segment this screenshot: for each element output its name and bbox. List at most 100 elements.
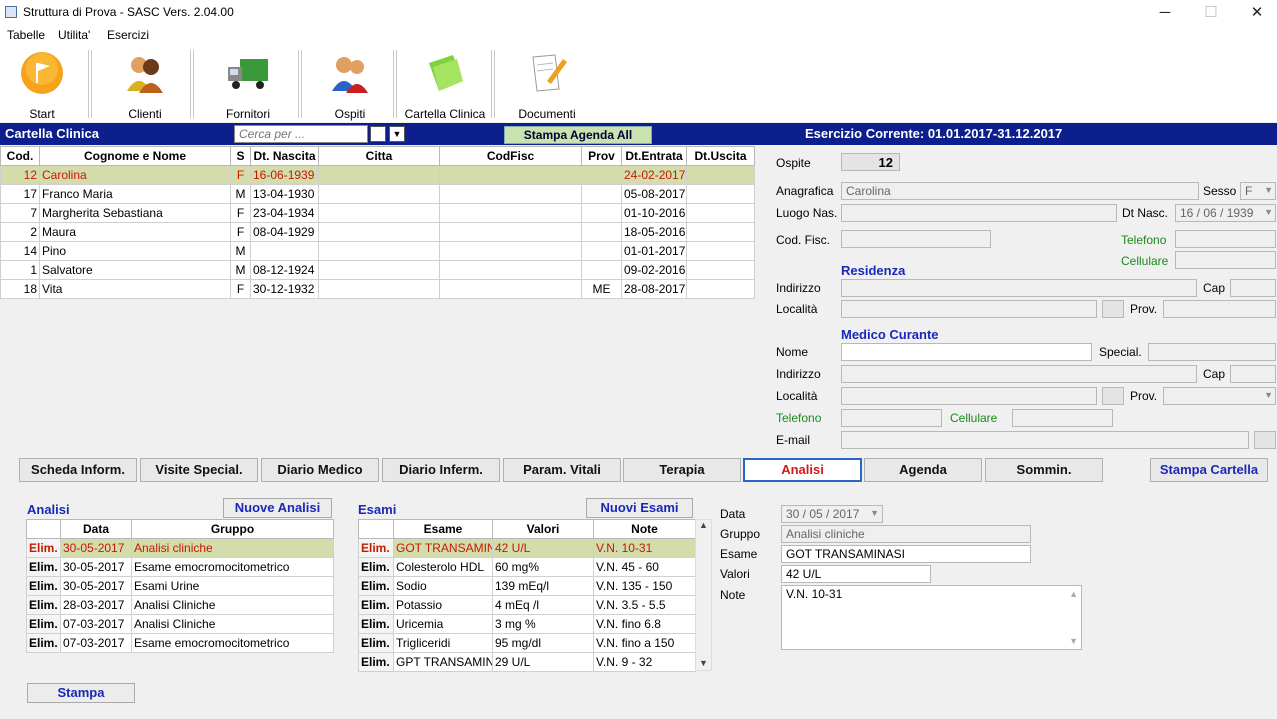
close-button[interactable]: ✕ [1234, 0, 1277, 25]
elim-button[interactable]: Elim. [358, 595, 394, 615]
tab-param-vitali[interactable]: Param. Vitali [503, 458, 621, 482]
luogo-nascita-field[interactable] [841, 204, 1117, 222]
cellulare-field[interactable] [1175, 251, 1276, 269]
menu-tabelle[interactable]: Tabelle [7, 28, 45, 42]
column-header[interactable]: Dt.Entrata [621, 146, 687, 166]
elim-button[interactable]: Elim. [358, 633, 394, 653]
table-row[interactable]: Elim. 28-03-2017 Analisi Cliniche [26, 595, 334, 615]
elim-button[interactable]: Elim. [26, 595, 61, 615]
search-option-button[interactable] [370, 126, 386, 142]
table-row[interactable]: Elim. Trigliceridi 95 mg/dl V.N. fino a 150 [358, 633, 696, 653]
tab-analisi[interactable]: Analisi [743, 458, 862, 482]
elim-button[interactable]: Elim. [358, 652, 394, 672]
medico-nome-field[interactable] [841, 343, 1092, 361]
table-row[interactable]: Elim. Potassio 4 mEq /l V.N. 3.5 - 5.5 [358, 595, 696, 615]
note-textarea[interactable]: V.N. 10-31 ▲ ▼ [781, 585, 1082, 650]
menu-esercizi[interactable]: Esercizi [107, 28, 149, 42]
table-row[interactable]: 14 Pino M 01-01-2017 [0, 241, 755, 261]
medico-cellulare-field[interactable] [1012, 409, 1113, 427]
table-row[interactable]: 1 Salvatore M 08-12-1924 09-02-2016 [0, 260, 755, 280]
column-header[interactable]: Citta [318, 146, 440, 166]
table-row[interactable]: Elim. GPT TRANSAMIN 29 U/L V.N. 9 - 32 [358, 652, 696, 672]
tab-agenda[interactable]: Agenda [864, 458, 982, 482]
elim-button[interactable]: Elim. [358, 576, 394, 596]
scroll-up-icon[interactable]: ▲ [696, 520, 711, 530]
search-input[interactable] [234, 125, 368, 143]
cap-field[interactable] [1230, 279, 1276, 297]
table-row[interactable]: 2 Maura F 08-04-1929 18-05-2016 [0, 222, 755, 242]
elim-button[interactable]: Elim. [26, 538, 61, 558]
nuovi-esami-button[interactable]: Nuovi Esami [586, 498, 693, 518]
elim-button[interactable]: Elim. [26, 633, 61, 653]
elim-button[interactable]: Elim. [358, 614, 394, 634]
column-header[interactable]: Dt.Uscita [686, 146, 755, 166]
dt-nasc-field[interactable]: 16 / 06 / 1939 ▼ [1175, 204, 1276, 222]
tab-sommin[interactable]: Sommin. [985, 458, 1103, 482]
medico-localita-lookup-button[interactable] [1102, 387, 1124, 405]
anagrafica-field[interactable]: Carolina [841, 182, 1199, 200]
gruppo-field[interactable]: Analisi cliniche [781, 525, 1031, 543]
ospite-code-field[interactable]: 12 [841, 153, 900, 171]
column-header[interactable]: Cognome e Nome [39, 146, 231, 166]
tab-terapia[interactable]: Terapia [623, 458, 741, 482]
scroll-up-icon[interactable]: ▲ [1069, 589, 1078, 599]
table-row[interactable]: Elim. 07-03-2017 Analisi Cliniche [26, 614, 334, 634]
search-dropdown-button[interactable]: ▼ [389, 126, 405, 142]
toolbar-cartella-button[interactable]: Cartella Clinica [402, 47, 488, 121]
tab-scheda-inform[interactable]: Scheda Inform. [19, 458, 137, 482]
table-row[interactable]: Elim. 30-05-2017 Esame emocromocitometrico [26, 557, 334, 577]
medico-indirizzo-field[interactable] [841, 365, 1197, 383]
toolbar-start-button[interactable]: Start [10, 47, 74, 121]
table-row[interactable]: 12 Carolina F 16-06-1939 24-02-2017 [0, 165, 755, 185]
elim-button[interactable]: Elim. [26, 614, 61, 634]
localita-field[interactable] [841, 300, 1097, 318]
indirizzo-field[interactable] [841, 279, 1197, 297]
table-row[interactable]: Elim. Uricemia 3 mg % V.N. fino 6.8 [358, 614, 696, 634]
tab-visite-special[interactable]: Visite Special. [140, 458, 258, 482]
column-header[interactable]: Dt. Nascita [250, 146, 319, 166]
cod-fisc-field[interactable] [841, 230, 991, 248]
table-row[interactable]: Elim. 07-03-2017 Esame emocromocitometrico [26, 633, 334, 653]
column-header[interactable]: Cod. [0, 146, 40, 166]
table-row[interactable]: Elim. Colesterolo HDL 60 mg% V.N. 45 - 60 [358, 557, 696, 577]
elim-button[interactable]: Elim. [26, 576, 61, 596]
stampa-cartella-button[interactable]: Stampa Cartella [1150, 458, 1268, 482]
table-row[interactable]: Elim. 30-05-2017 Analisi cliniche [26, 538, 334, 558]
email-send-button[interactable] [1254, 431, 1276, 449]
toolbar-fornitori-button[interactable]: Fornitori [200, 47, 296, 121]
data-field[interactable]: 30 / 05 / 2017 ▼ [781, 505, 883, 523]
table-row[interactable]: 7 Margherita Sebastiana F 23-04-1934 01-10-2… [0, 203, 755, 223]
esame-field[interactable]: GOT TRANSAMINASI [781, 545, 1031, 563]
nuove-analisi-button[interactable]: Nuove Analisi [223, 498, 332, 518]
column-header[interactable]: CodFisc [439, 146, 582, 166]
telefono-field[interactable] [1175, 230, 1276, 248]
esami-scrollbar[interactable]: ▲ ▼ [695, 519, 712, 671]
column-header[interactable]: Prov [581, 146, 622, 166]
toolbar-documenti-button[interactable]: Documenti [510, 47, 584, 121]
elim-button[interactable]: Elim. [26, 557, 61, 577]
table-row[interactable]: Elim. Sodio 139 mEq/l V.N. 135 - 150 [358, 576, 696, 596]
valori-field[interactable]: 42 U/L [781, 565, 931, 583]
menu-utilita[interactable]: Utilita' [58, 28, 90, 42]
toolbar-clienti-button[interactable]: Clienti [105, 47, 185, 121]
scroll-down-icon[interactable]: ▼ [696, 658, 711, 668]
special-field[interactable] [1148, 343, 1276, 361]
elim-button[interactable]: Elim. [358, 538, 394, 558]
medico-cap-field[interactable] [1230, 365, 1276, 383]
scroll-down-icon[interactable]: ▼ [1069, 636, 1078, 646]
maximize-button[interactable]: ☐ [1188, 0, 1234, 25]
medico-telefono-field[interactable] [841, 409, 942, 427]
table-row[interactable]: Elim. 30-05-2017 Esami Urine [26, 576, 334, 596]
stampa-agenda-button[interactable]: Stampa Agenda All [504, 126, 652, 144]
email-field[interactable] [841, 431, 1249, 449]
elim-button[interactable]: Elim. [358, 557, 394, 577]
medico-localita-field[interactable] [841, 387, 1097, 405]
localita-lookup-button[interactable] [1102, 300, 1124, 318]
table-row[interactable]: Elim. GOT TRANSAMIN 42 U/L V.N. 10-31 [358, 538, 696, 558]
tab-diario-inferm[interactable]: Diario Inferm. [382, 458, 500, 482]
medico-prov-select[interactable]: ▼ [1163, 387, 1276, 405]
tab-diario-medico[interactable]: Diario Medico [261, 458, 379, 482]
minimize-button[interactable]: ─ [1142, 0, 1188, 25]
sesso-select[interactable]: F ▼ [1240, 182, 1276, 200]
table-row[interactable]: 18 Vita F 30-12-1932 ME 28-08-2017 [0, 279, 755, 299]
